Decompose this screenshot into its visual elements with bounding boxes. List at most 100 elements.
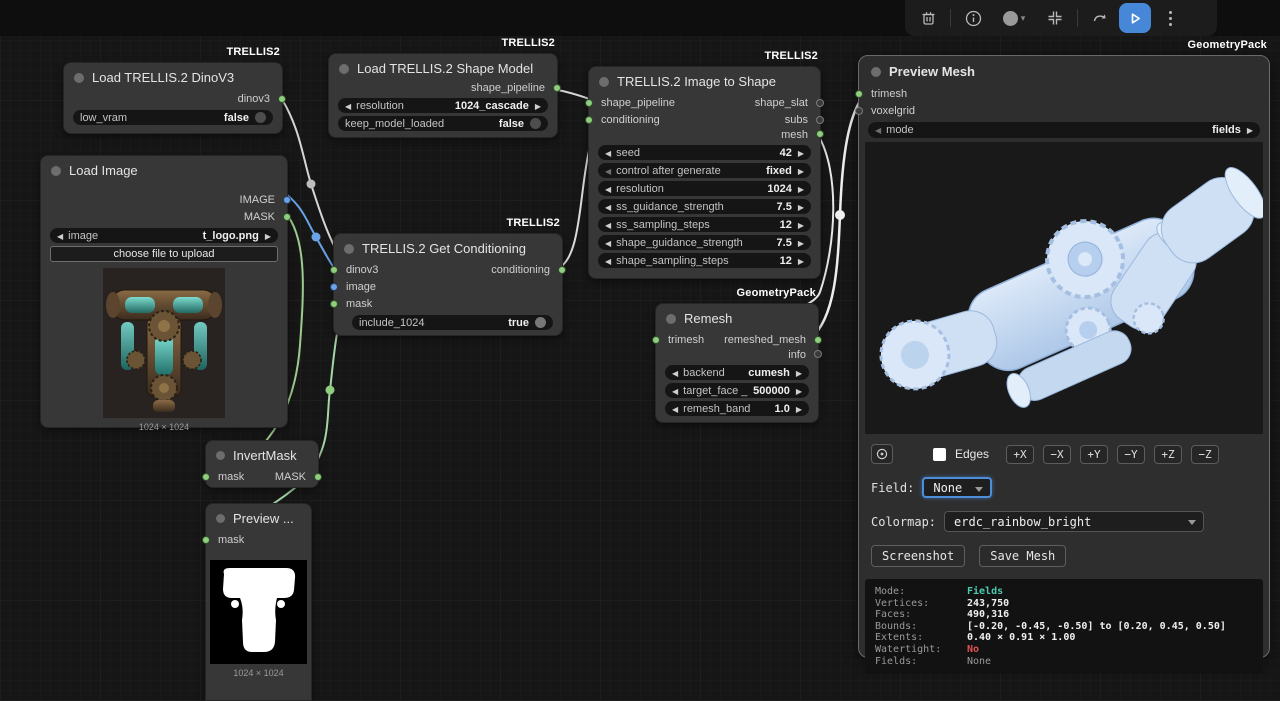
collapse-dot-icon[interactable]: [599, 77, 609, 87]
port-dot[interactable]: [283, 213, 291, 221]
port-dot[interactable]: [202, 536, 210, 544]
collapse-dot-icon[interactable]: [216, 514, 225, 523]
node-title-bar[interactable]: Load TRELLIS.2 Shape Model: [329, 54, 557, 81]
widget-seed[interactable]: seed 42: [598, 145, 811, 160]
port-row[interactable]: image: [334, 278, 562, 295]
port-dot[interactable]: [558, 266, 566, 274]
combo-left-arrow[interactable]: [672, 403, 683, 415]
combo-left-arrow[interactable]: [605, 201, 616, 213]
node-title-bar[interactable]: TRELLIS.2 Image to Shape: [589, 67, 820, 94]
trash-icon[interactable]: [913, 4, 943, 32]
output-port-dinov3[interactable]: dinov3: [64, 90, 282, 107]
widget-include-1024[interactable]: include_1024 true: [352, 315, 553, 330]
port-dot[interactable]: [814, 350, 822, 358]
port-dot[interactable]: [314, 473, 322, 481]
combo-left-arrow[interactable]: [605, 219, 616, 231]
mask-preview-image[interactable]: [210, 560, 307, 664]
combo-left-arrow[interactable]: [605, 255, 616, 267]
widget-mode[interactable]: mode fields: [868, 122, 1260, 138]
output-port-image[interactable]: IMAGE: [41, 191, 287, 208]
redo-icon[interactable]: [1085, 4, 1115, 32]
combo-left-arrow[interactable]: [57, 230, 68, 242]
port-dot[interactable]: [278, 95, 286, 103]
mesh-viewport[interactable]: [865, 142, 1263, 434]
port-dot[interactable]: [330, 266, 338, 274]
port-dot[interactable]: [814, 336, 822, 344]
input-port-trimesh[interactable]: trimesh: [859, 85, 1269, 102]
node-trellis2-get-conditioning[interactable]: TRELLIS2 TRELLIS.2 Get Conditioning dino…: [333, 233, 563, 336]
more-options-icon[interactable]: [1155, 4, 1185, 32]
toggle-knob[interactable]: [535, 317, 546, 328]
combo-right-arrow[interactable]: [259, 230, 271, 242]
node-title-bar[interactable]: Preview Mesh: [859, 56, 1269, 85]
widget-remesh-band[interactable]: remesh_band 1.0: [665, 401, 809, 416]
collapse-dot-icon[interactable]: [666, 314, 676, 324]
combo-left-arrow[interactable]: [672, 385, 683, 397]
port-dot[interactable]: [585, 116, 593, 124]
widget-low-vram[interactable]: low_vram false: [73, 110, 273, 125]
info-icon[interactable]: [958, 4, 988, 32]
port-dot[interactable]: [816, 99, 824, 107]
node-invert-mask[interactable]: InvertMask mask MASK: [205, 440, 319, 488]
collapse-dot-icon[interactable]: [339, 64, 349, 74]
combo-right-arrow[interactable]: [790, 385, 802, 397]
combo-left-arrow[interactable]: [345, 100, 356, 112]
colormap-select[interactable]: erdc_rainbow_bright: [944, 511, 1204, 532]
collapse-dot-icon[interactable]: [74, 73, 84, 83]
port-row[interactable]: shape_pipeline shape_slat: [589, 94, 820, 111]
node-title-bar[interactable]: Load Image: [41, 156, 287, 183]
node-title-bar[interactable]: Preview ...: [206, 504, 311, 531]
combo-right-arrow[interactable]: [790, 403, 802, 415]
widget-shape-sampling-steps[interactable]: shape_sampling_steps 12: [598, 253, 811, 268]
widget-ss-guidance-strength[interactable]: ss_guidance_strength 7.5: [598, 199, 811, 214]
loaded-image-preview[interactable]: [103, 268, 225, 418]
port-dot[interactable]: [855, 107, 863, 115]
run-workflow-button[interactable]: [1119, 3, 1151, 33]
port-dot[interactable]: [330, 300, 338, 308]
port-dot[interactable]: [585, 99, 593, 107]
collapse-dot-icon[interactable]: [871, 67, 881, 77]
combo-right-arrow[interactable]: [792, 255, 804, 267]
node-title-bar[interactable]: InvertMask: [206, 441, 318, 468]
collapse-dot-icon[interactable]: [344, 244, 354, 254]
port-dot[interactable]: [816, 116, 824, 124]
port-row[interactable]: mask: [334, 295, 562, 312]
axis-minus-y-button[interactable]: −Y: [1117, 445, 1145, 464]
input-port-voxelgrid[interactable]: voxelgrid: [859, 102, 1269, 119]
axis-minus-z-button[interactable]: −Z: [1191, 445, 1219, 464]
combo-right-arrow[interactable]: [792, 183, 804, 195]
node-preview-mask[interactable]: Preview ... mask 1024 × 1024: [205, 503, 312, 701]
widget-resolution[interactable]: resolution 1024: [598, 181, 811, 196]
toggle-knob[interactable]: [530, 118, 541, 129]
choose-file-button[interactable]: choose file to upload: [50, 246, 278, 262]
port-row[interactable]: trimesh remeshed_mesh: [656, 331, 818, 348]
widget-keep-model-loaded[interactable]: keep_model_loaded false: [338, 116, 548, 131]
port-dot[interactable]: [652, 336, 660, 344]
combo-left-arrow[interactable]: [672, 367, 683, 379]
combo-right-arrow[interactable]: [1241, 124, 1253, 136]
widget-image-file[interactable]: image t_logo.png: [50, 228, 278, 243]
node-load-trellis2-shape-model[interactable]: TRELLIS2 Load TRELLIS.2 Shape Model shap…: [328, 53, 558, 138]
input-port-mask[interactable]: mask: [206, 531, 311, 548]
widget-shape-guidance-strength[interactable]: shape_guidance_strength 7.5: [598, 235, 811, 250]
combo-right-arrow[interactable]: [790, 367, 802, 379]
port-row[interactable]: conditioning subs: [589, 111, 820, 128]
combo-left-arrow[interactable]: [605, 147, 616, 159]
widget-backend[interactable]: backend cumesh: [665, 365, 809, 380]
combo-right-arrow[interactable]: [529, 100, 541, 112]
node-load-trellis2-dinov3[interactable]: TRELLIS2 Load TRELLIS.2 DinoV3 dinov3 lo…: [63, 62, 283, 134]
port-dot[interactable]: [202, 473, 210, 481]
fit-view-icon[interactable]: [1040, 4, 1070, 32]
toggle-knob[interactable]: [255, 112, 266, 123]
widget-control-after-generate[interactable]: control after generate fixed: [598, 163, 811, 178]
node-graph-canvas[interactable]: { "toolbar": { "icons": ["trash", "info"…: [0, 0, 1280, 701]
field-select[interactable]: None: [922, 477, 992, 498]
axis-plus-y-button[interactable]: +Y: [1080, 445, 1108, 464]
node-trellis2-image-to-shape[interactable]: TRELLIS2 TRELLIS.2 Image to Shape shape_…: [588, 66, 821, 279]
node-preview-mesh[interactable]: GeometryPack Preview Mesh trimesh voxelg…: [858, 55, 1270, 658]
combo-left-arrow[interactable]: [605, 183, 616, 195]
combo-right-arrow[interactable]: [792, 201, 804, 213]
collapse-dot-icon[interactable]: [51, 166, 61, 176]
output-port-mask[interactable]: MASK: [41, 208, 287, 225]
collapse-dot-icon[interactable]: [216, 451, 225, 460]
